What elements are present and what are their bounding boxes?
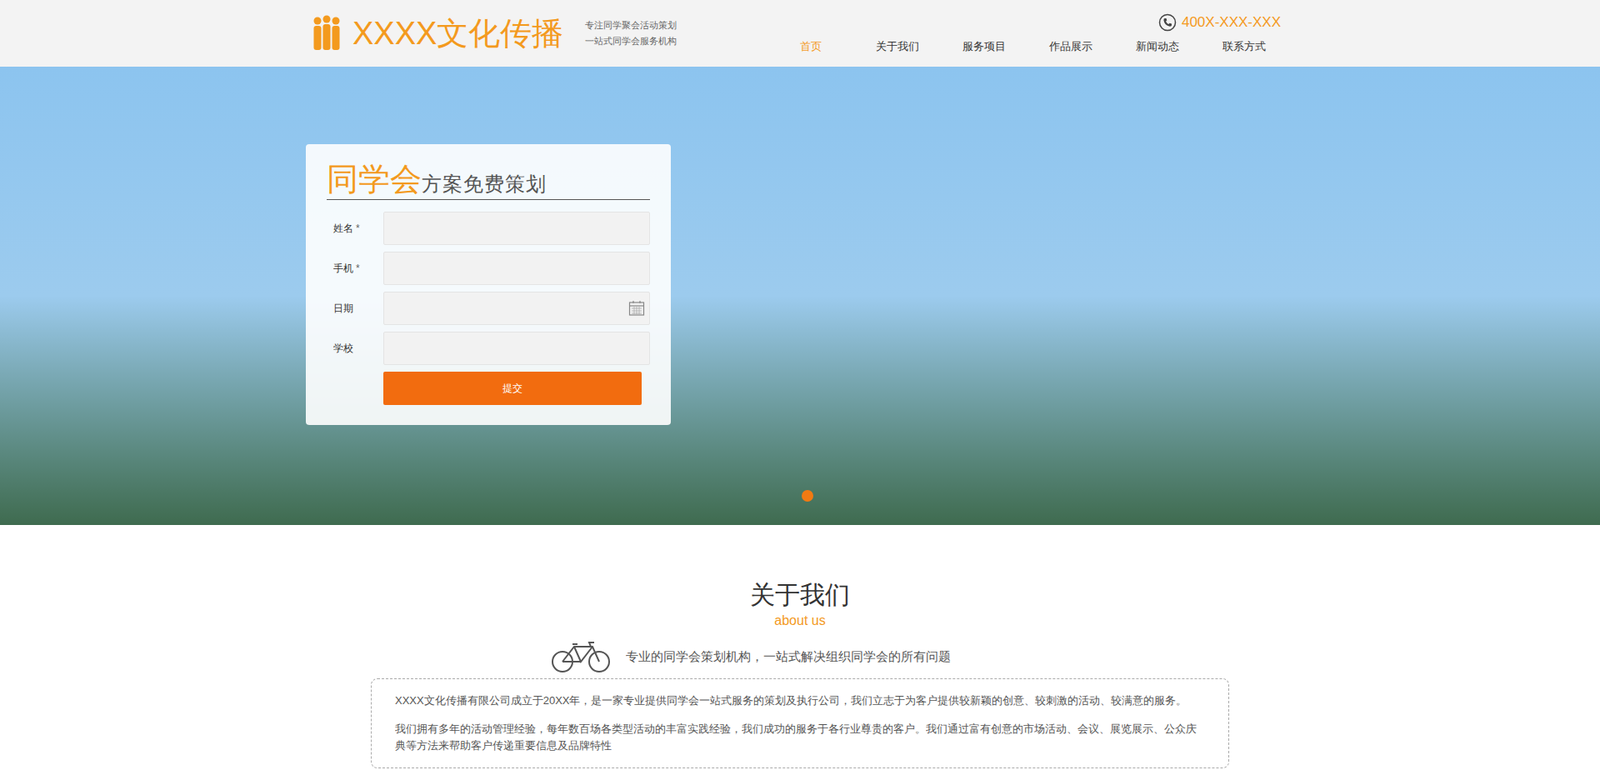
- form-title-rest: 方案免费策划: [421, 170, 547, 198]
- form-title-highlight: 同学会: [326, 160, 422, 198]
- hero-photo: 同学会 方案免费策划 姓名*手机*日期学校 提交: [0, 66, 1600, 525]
- field-input[interactable]: [383, 331, 650, 365]
- field-box: [383, 211, 650, 245]
- field-input[interactable]: [383, 291, 650, 325]
- field-label-text: 学校: [333, 340, 354, 356]
- carousel-dot[interactable]: [801, 490, 814, 502]
- form-row: 姓名*: [326, 211, 650, 245]
- field-label: 日期: [326, 300, 384, 316]
- about-subtitle: about us: [0, 611, 1600, 630]
- nav-item[interactable]: 联系方式: [1200, 33, 1288, 70]
- form-row: 手机*: [326, 251, 650, 285]
- about-paragraph: 我们拥有多年的活动管理经验，每年数百场各类型活动的丰富实践经验，我们成功的服务于…: [395, 720, 1205, 755]
- nav-item[interactable]: 关于我们: [854, 33, 941, 70]
- about-box: XXXX文化传播有限公司成立于20XX年，是一家专业提供同学会一站式服务的策划及…: [370, 678, 1230, 769]
- about-title: 关于我们: [0, 578, 1600, 612]
- site-header: XXXX文化传播 专注同学聚会活动策划一站式同学会服务机构 400X-XXX-X…: [0, 0, 1600, 67]
- calendar-icon[interactable]: [628, 300, 645, 317]
- main-nav: 首页关于我们服务项目作品展示新闻动态联系方式: [767, 33, 1288, 70]
- plan-form: 同学会 方案免费策划 姓名*手机*日期学校 提交: [305, 144, 671, 425]
- field-label-text: 日期: [333, 300, 354, 316]
- about-paragraph: XXXX文化传播有限公司成立于20XX年，是一家专业提供同学会一站式服务的策划及…: [395, 692, 1205, 710]
- phone-number: 400X-XXX-XXX: [1181, 11, 1281, 34]
- about-section: 关于我们 about us 专业的同学会策划机构，一站式解决组织同学会的所有问题…: [0, 525, 1600, 770]
- field-label: 学校: [326, 340, 384, 356]
- phone-icon: [1158, 13, 1177, 32]
- field-input[interactable]: [383, 211, 650, 245]
- required-mark: *: [355, 220, 360, 236]
- people-logo-icon: [312, 15, 341, 52]
- nav-item[interactable]: 新闻动态: [1114, 33, 1201, 70]
- about-tagline: 专业的同学会策划机构，一站式解决组织同学会的所有问题: [625, 647, 951, 667]
- field-input[interactable]: [383, 251, 650, 285]
- field-box: [383, 331, 650, 365]
- field-label-text: 手机: [333, 260, 354, 276]
- phone: 400X-XXX-XXX: [1158, 0, 1288, 34]
- nav-item[interactable]: 服务项目: [940, 33, 1028, 70]
- slogan-line: 专注同学聚会活动策划: [585, 17, 677, 34]
- required-mark: *: [355, 260, 360, 276]
- form-title: 同学会 方案免费策划: [326, 160, 650, 200]
- field-label: 姓名*: [326, 220, 384, 236]
- field-label-text: 姓名: [333, 220, 354, 236]
- form-row: 日期: [326, 291, 650, 325]
- form-row: 学校: [326, 331, 650, 365]
- field-label: 手机*: [326, 260, 384, 276]
- nav-item[interactable]: 作品展示: [1027, 33, 1115, 70]
- bicycle-icon: [549, 640, 613, 674]
- nav-item[interactable]: 首页: [767, 33, 855, 70]
- field-box: [383, 291, 650, 325]
- brand[interactable]: XXXX文化传播 专注同学聚会活动策划一站式同学会服务机构: [312, 0, 677, 67]
- logo-text[interactable]: XXXX文化传播: [352, 17, 564, 50]
- submit-button[interactable]: 提交: [383, 371, 642, 405]
- field-box: [383, 251, 650, 285]
- slogan-line: 一站式同学会服务机构: [585, 33, 677, 50]
- slogan: 专注同学聚会活动策划一站式同学会服务机构: [585, 17, 677, 50]
